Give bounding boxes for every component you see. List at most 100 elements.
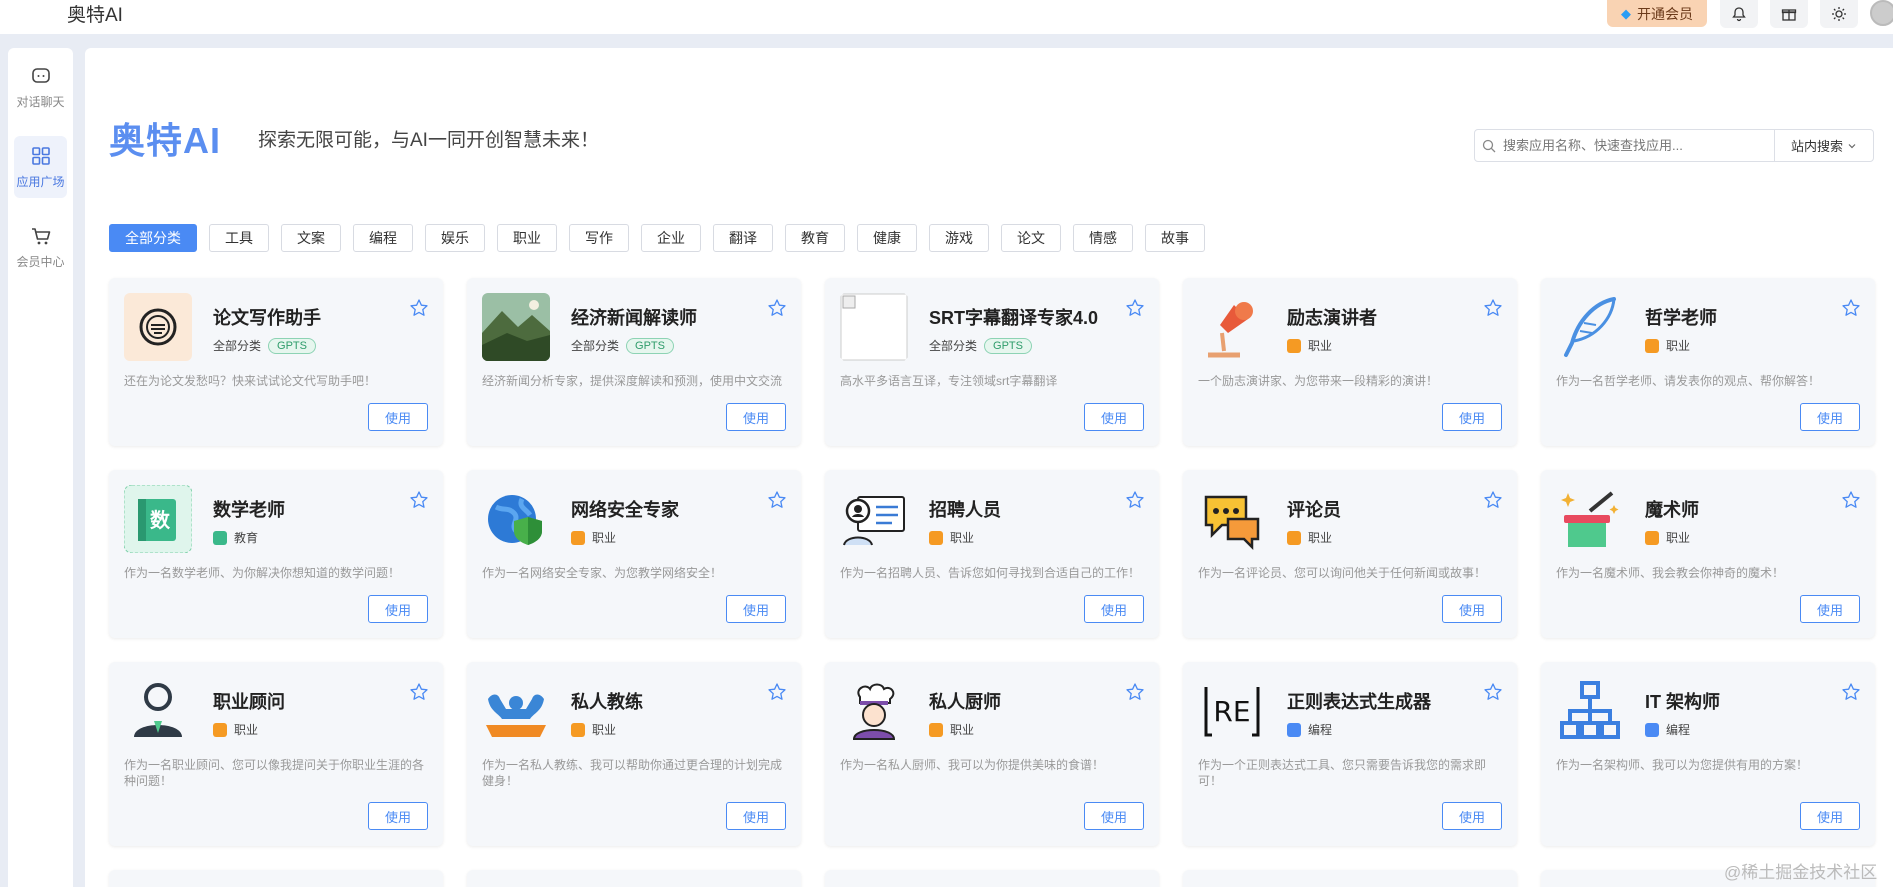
search-scope-select[interactable]: 站内搜索 <box>1774 130 1873 161</box>
sidebar-item-membership[interactable]: 会员中心 <box>14 216 67 278</box>
star-icon[interactable] <box>1125 682 1145 702</box>
app-card[interactable]: 私人教练 职业 作为一名私人教练、我可以帮助你通过更合理的计划完成健身！ 使用 <box>467 662 801 846</box>
card-category: 职业 <box>950 723 975 737</box>
card-category: 职业 <box>592 723 617 737</box>
card-description: 作为一名职业顾问、您可以像我提问关于你职业生涯的各种问题！ <box>124 758 425 788</box>
use-button[interactable]: 使用 <box>368 802 428 830</box>
use-button[interactable]: 使用 <box>726 802 786 830</box>
category-tab[interactable]: 情感 <box>1073 224 1133 252</box>
sidebar-item-chat[interactable]: 对话聊天 <box>14 56 67 118</box>
card-title: 励志演讲者 <box>1287 308 1377 328</box>
card-description: 作为一名评论员、您可以询问他关于任何新闻或故事！ <box>1198 566 1487 580</box>
category-icon <box>1645 530 1659 545</box>
card-category: 全部分类 <box>929 339 978 353</box>
star-icon[interactable] <box>767 298 787 318</box>
use-button[interactable]: 使用 <box>1800 802 1860 830</box>
muscle-icon <box>482 677 550 745</box>
category-tab[interactable]: 论文 <box>1001 224 1061 252</box>
category-tab[interactable]: 职业 <box>497 224 557 252</box>
card-meta: 职业 <box>1287 337 1332 354</box>
star-icon[interactable] <box>1841 490 1861 510</box>
category-tab[interactable]: 文案 <box>281 224 341 252</box>
grid-icon <box>31 146 50 165</box>
app-card[interactable]: 论文写作助手 全部分类 GPTS 还在为论文发愁吗？快来试试论文代写助手吧！ 使… <box>109 278 443 446</box>
use-button[interactable]: 使用 <box>1084 595 1144 623</box>
app-card[interactable]: 经济新闻解读师 全部分类 GPTS 经济新闻分析专家，提供深度解读和预测，使用中… <box>467 278 801 446</box>
category-tab[interactable]: 娱乐 <box>425 224 485 252</box>
use-button[interactable]: 使用 <box>1442 595 1502 623</box>
feather-icon <box>1556 293 1624 361</box>
card-title: 数学老师 <box>213 500 285 520</box>
use-button[interactable]: 使用 <box>726 595 786 623</box>
app-card[interactable]: IT 架构师 编程 作为一名架构师、我可以为您提供有用的方案！ 使用 <box>1541 662 1875 846</box>
star-icon[interactable] <box>409 490 429 510</box>
card-description: 作为一个正则表达式工具、您只需要告诉我您的需求即可！ <box>1198 758 1487 788</box>
category-tab[interactable]: 工具 <box>209 224 269 252</box>
star-icon[interactable] <box>409 682 429 702</box>
card-category: 职业 <box>950 531 975 545</box>
category-tab[interactable]: 编程 <box>353 224 413 252</box>
star-icon[interactable] <box>1841 682 1861 702</box>
category-tab[interactable]: 教育 <box>785 224 845 252</box>
sun-icon[interactable] <box>1820 0 1858 28</box>
app-card[interactable]: 网络安全专家 职业 作为一名网络安全专家、为您教学网络安全！ 使用 <box>467 470 801 638</box>
search-input[interactable] <box>1503 138 1774 153</box>
app-card[interactable]: RE 正则表达式生成器 编程 作为一个正则表达式工具、您只需要告诉我您的需求即可… <box>1183 662 1517 846</box>
use-button[interactable]: 使用 <box>1084 403 1144 431</box>
use-button[interactable]: 使用 <box>1084 802 1144 830</box>
card-meta: 职业 <box>1645 337 1690 354</box>
bell-icon[interactable] <box>1720 0 1758 28</box>
use-button[interactable]: 使用 <box>1442 403 1502 431</box>
card-title: 职业顾问 <box>213 692 285 712</box>
star-icon[interactable] <box>1483 682 1503 702</box>
star-icon[interactable] <box>767 682 787 702</box>
category-tab[interactable]: 全部分类 <box>109 224 197 252</box>
star-icon[interactable] <box>1483 490 1503 510</box>
app-card[interactable]: 职业顾问 职业 作为一名职业顾问、您可以像我提问关于你职业生涯的各种问题！ 使用 <box>109 662 443 846</box>
gift-icon[interactable] <box>1770 0 1808 28</box>
vip-button[interactable]: ◆ 开通会员 <box>1607 0 1707 27</box>
app-card[interactable]: 私人厨师 职业 作为一名私人厨师、我可以为你提供美味的食谱！ 使用 <box>825 662 1159 846</box>
use-button[interactable]: 使用 <box>1800 403 1860 431</box>
star-icon[interactable] <box>767 490 787 510</box>
app-brand[interactable]: 奥特AI <box>67 0 123 27</box>
star-icon[interactable] <box>409 298 429 318</box>
use-button[interactable]: 使用 <box>1442 802 1502 830</box>
sidebar-item-apps[interactable]: 应用广场 <box>14 136 67 198</box>
use-button[interactable]: 使用 <box>368 595 428 623</box>
category-icon <box>929 530 943 545</box>
vip-label: 开通会员 <box>1637 5 1693 22</box>
app-card[interactable]: 魔术师 职业 作为一名魔术师、我会教会你神奇的魔术！ 使用 <box>1541 470 1875 638</box>
app-card-partial <box>467 870 801 887</box>
card-description: 作为一名数学老师、为你解决你想知道的数学问题！ <box>124 566 401 580</box>
svg-text:RE: RE <box>1213 695 1250 728</box>
category-tab[interactable]: 写作 <box>569 224 629 252</box>
category-tab[interactable]: 故事 <box>1145 224 1205 252</box>
page-title: 奥特AI <box>109 120 222 161</box>
card-meta: 职业 <box>1645 529 1690 546</box>
category-tab[interactable]: 健康 <box>857 224 917 252</box>
app-card[interactable]: 励志演讲者 职业 一个励志演讲家、为您带来一段精彩的演讲！ 使用 <box>1183 278 1517 446</box>
star-icon[interactable] <box>1483 298 1503 318</box>
star-icon[interactable] <box>1841 298 1861 318</box>
use-button[interactable]: 使用 <box>1800 595 1860 623</box>
card-title: 私人厨师 <box>929 692 1001 712</box>
use-button[interactable]: 使用 <box>726 403 786 431</box>
app-card[interactable]: 哲学老师 职业 作为一名哲学老师、请发表你的观点、帮你解答！ 使用 <box>1541 278 1875 446</box>
category-tab[interactable]: 翻译 <box>713 224 773 252</box>
app-card[interactable]: SRT字幕翻译专家4.0 全部分类 GPTS 高水平多语言互译，专注领域srt字… <box>825 278 1159 446</box>
stamp-icon <box>124 293 192 361</box>
gpts-badge: GPTS <box>984 337 1032 354</box>
category-tab[interactable]: 游戏 <box>929 224 989 252</box>
star-icon[interactable] <box>1125 490 1145 510</box>
category-tabs: 全部分类 工具 文案 编程 娱乐 职业 写作 企业 翻译 教育 健康 游戏 论文 情感 故事 <box>109 224 1205 252</box>
app-card[interactable]: 数 数学老师 教育 作为一名数学老师、为你解决你想知道的数学问题！ 使用 <box>109 470 443 638</box>
use-button[interactable]: 使用 <box>368 403 428 431</box>
app-card[interactable]: 评论员 职业 作为一名评论员、您可以询问他关于任何新闻或故事！ 使用 <box>1183 470 1517 638</box>
category-tab[interactable]: 企业 <box>641 224 701 252</box>
user-avatar[interactable] <box>1870 0 1893 26</box>
star-icon[interactable] <box>1125 298 1145 318</box>
app-card[interactable]: 招聘人员 职业 作为一名招聘人员、告诉您如何寻找到合适自己的工作！ 使用 <box>825 470 1159 638</box>
card-title: 私人教练 <box>571 692 643 712</box>
card-category: 职业 <box>592 531 617 545</box>
